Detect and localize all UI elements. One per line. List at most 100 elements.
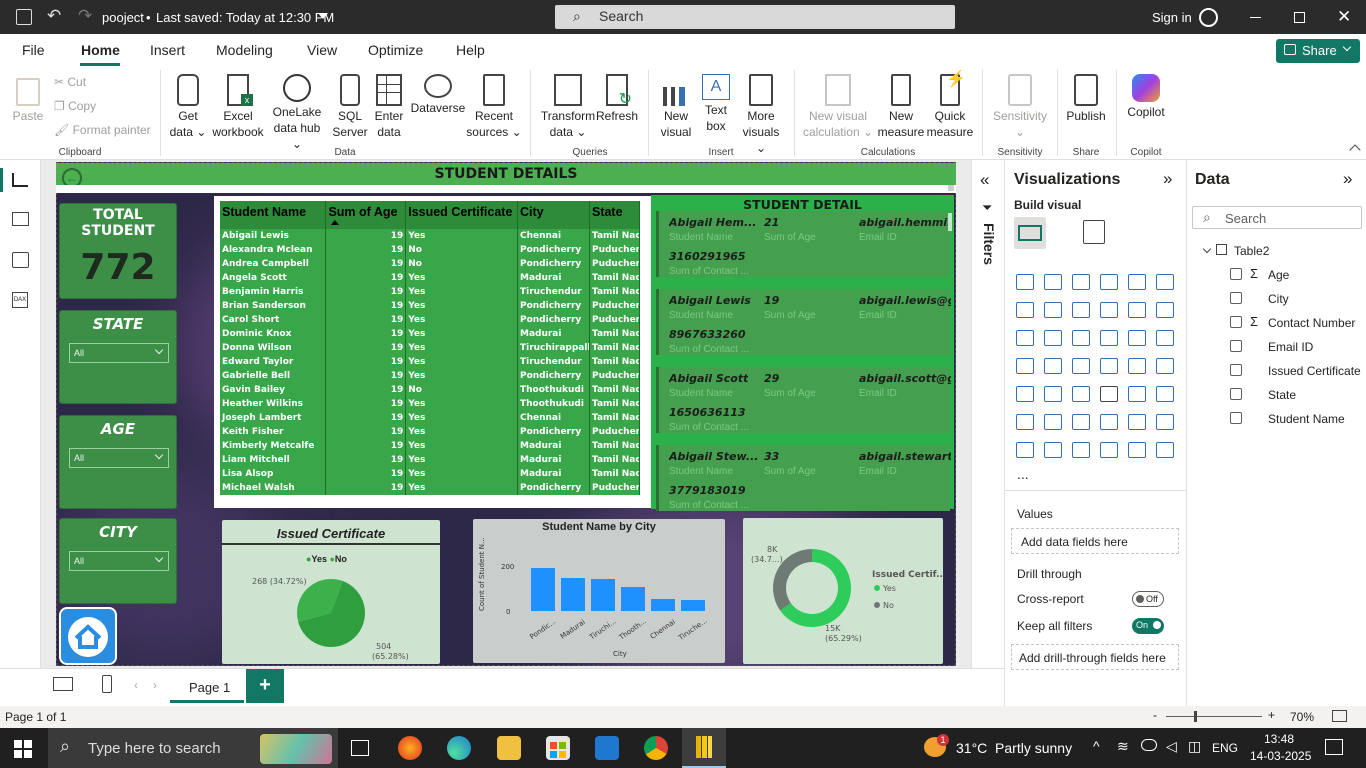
table-row[interactable]: Donna Wilson 19 Yes Tiruchirappalli Tamil Na…	[220, 341, 641, 355]
network-icon[interactable]	[1141, 739, 1157, 751]
clock-date[interactable]: 14-03-2025	[1250, 749, 1311, 763]
field-contact-number[interactable]: Contact Number	[1268, 316, 1355, 330]
filters-pane[interactable]: « ⏷ Filters	[971, 160, 1004, 668]
table-visual-icon[interactable]	[1100, 386, 1118, 402]
metrics-icon[interactable]	[1100, 442, 1118, 458]
gauge-icon[interactable]	[1128, 358, 1146, 374]
table-row[interactable]: Gabrielle Bell19YesPondicherryPuducherry	[220, 369, 641, 383]
field-state[interactable]: State	[1268, 388, 1296, 402]
funnel-chart-icon[interactable]	[1072, 330, 1090, 346]
table-header-city[interactable]: City	[517, 201, 590, 229]
quick-measure-button[interactable]: ⚡ Quick measure	[924, 66, 976, 140]
power-automate-icon[interactable]	[1072, 442, 1090, 458]
copilot-button[interactable]: Copilot	[1122, 66, 1170, 120]
table-row[interactable]: Brian Sanderson19YesPondicherryPuducherr…	[220, 299, 641, 313]
undo-icon[interactable]: ↶	[47, 6, 61, 26]
table-row[interactable]: Dominic Knox19YesMaduraiTamil Nadu	[220, 327, 641, 341]
state-dropdown[interactable]: All	[69, 343, 169, 363]
file-explorer-icon[interactable]	[497, 736, 521, 760]
format-visual-tab-icon[interactable]	[1083, 220, 1105, 244]
tab-optimize[interactable]: Optimize	[368, 42, 423, 58]
field-checkbox[interactable]	[1230, 316, 1242, 328]
tab-home[interactable]: Home	[81, 42, 120, 58]
tab-view[interactable]: View	[307, 42, 337, 58]
chevron-down-icon[interactable]	[1202, 244, 1212, 254]
keep-all-filters-toggle[interactable]: On	[1132, 618, 1164, 634]
dataverse-button[interactable]: Dataverse	[410, 66, 466, 116]
map-icon[interactable]	[1044, 358, 1062, 374]
area-chart-icon[interactable]	[1044, 302, 1062, 318]
header-scrollbar[interactable]	[56, 185, 956, 193]
taskbar-search-box[interactable]: ⌕ Type here to search	[48, 728, 338, 768]
publish-button[interactable]: Publish	[1062, 66, 1110, 124]
wifi-icon[interactable]: ≋	[1117, 738, 1129, 755]
detail-card[interactable]: Abigail Scott 29 abigail.scott@g... Student…	[656, 367, 951, 433]
bar-1[interactable]	[561, 578, 585, 611]
table-row[interactable]: Alexandra Mclean19NoPondicherryPuducherr…	[220, 243, 641, 257]
field-checkbox[interactable]	[1230, 292, 1242, 304]
maximize-icon[interactable]	[1294, 12, 1305, 23]
table-view-icon[interactable]	[12, 212, 29, 226]
dax-query-view-icon[interactable]: DAX	[12, 292, 28, 308]
table-header-student-name[interactable]: Student Name	[220, 201, 327, 229]
bar-4[interactable]	[651, 599, 675, 611]
zoom-in-icon[interactable]: +	[1268, 708, 1275, 722]
detail-card[interactable]: Abigail Hem... 21 abigail.hemmin... Student…	[656, 211, 951, 277]
chrome-icon[interactable]	[644, 736, 668, 760]
table-row[interactable]: Kimberly Metcalfe19YesMaduraiTamil Nadu	[220, 439, 641, 453]
paginated-report-icon[interactable]	[1016, 442, 1034, 458]
student-detail-visual[interactable]: STUDENT DETAIL Abigail Hem... 21 abigail.h…	[651, 195, 954, 511]
field-issued-certificate[interactable]: Issued Certificate	[1268, 364, 1361, 378]
expand-filters-icon[interactable]: «	[980, 170, 989, 190]
table-header-state[interactable]: State	[589, 201, 641, 229]
goals-icon[interactable]	[1156, 414, 1174, 430]
share-button[interactable]: Share	[1276, 39, 1360, 63]
task-view-icon[interactable]	[351, 740, 369, 756]
kpi-icon[interactable]	[1044, 386, 1062, 402]
card-icon[interactable]	[1156, 358, 1174, 374]
report-view-icon[interactable]	[12, 173, 28, 187]
field-student-name[interactable]: Student Name	[1268, 412, 1345, 426]
search-input[interactable]: ⌕ Search	[555, 5, 955, 29]
line-column-chart-icon[interactable]	[1128, 302, 1146, 318]
save-icon[interactable]	[16, 9, 32, 25]
age-dropdown[interactable]: All	[69, 448, 169, 468]
data-search-input[interactable]: ⌕ Search	[1192, 206, 1362, 229]
more-visuals-icon[interactable]: ...	[1017, 466, 1029, 482]
field-checkbox[interactable]	[1230, 388, 1242, 400]
table-row[interactable]: Liam Mitchell19YesMaduraiTamil Nadu	[220, 453, 641, 467]
zoom-level[interactable]: 70%	[1290, 710, 1314, 724]
language-indicator[interactable]: ENG	[1212, 741, 1238, 755]
field-age[interactable]: Age	[1268, 268, 1289, 282]
excel-workbook-button[interactable]: x Excel workbook	[210, 66, 266, 140]
more-visuals-button[interactable]: More visuals ⌄	[736, 66, 786, 156]
field-checkbox[interactable]	[1230, 412, 1242, 424]
stacked-column-chart-icon[interactable]	[1044, 274, 1062, 290]
notification-center-icon[interactable]	[1325, 739, 1343, 755]
slicer-icon[interactable]	[1072, 386, 1090, 402]
field-checkbox[interactable]	[1230, 268, 1242, 280]
power-apps-icon[interactable]	[1044, 442, 1062, 458]
table-row[interactable]: Carol Short19YesPondicherryPuducherry	[220, 313, 641, 327]
100-column-chart-icon[interactable]	[1156, 274, 1174, 290]
student-table-visual[interactable]: Student Name Sum of Age Issued Certificate…	[214, 196, 651, 508]
table-row[interactable]: Michael Walsh19YesPondicherryPuducherry	[220, 481, 641, 495]
show-hidden-icons[interactable]: ^	[1093, 738, 1100, 754]
mobile-layout-icon[interactable]	[102, 675, 112, 693]
r-visual-icon[interactable]	[1156, 386, 1174, 402]
page-tab-page-1[interactable]: Page 1	[170, 669, 244, 703]
mail-icon[interactable]	[595, 736, 619, 760]
clustered-column-chart-icon[interactable]	[1100, 274, 1118, 290]
diamond-icon[interactable]	[1128, 442, 1146, 458]
onelake-button[interactable]: OneLake data hub ⌄	[267, 66, 327, 152]
transform-data-button[interactable]: Transform data ⌄	[538, 66, 598, 140]
microsoft-store-icon[interactable]	[546, 736, 570, 760]
saved-dropdown-icon[interactable]	[318, 13, 328, 19]
field-city[interactable]: City	[1268, 292, 1289, 306]
sign-in-link[interactable]: Sign in	[1152, 10, 1192, 25]
bar-0[interactable]	[531, 568, 555, 611]
decomposition-tree-icon[interactable]	[1072, 414, 1090, 430]
collapse-viz-icon[interactable]: »	[1163, 169, 1172, 189]
ribbon-chart-icon[interactable]	[1016, 330, 1034, 346]
bar-5[interactable]	[681, 600, 705, 611]
